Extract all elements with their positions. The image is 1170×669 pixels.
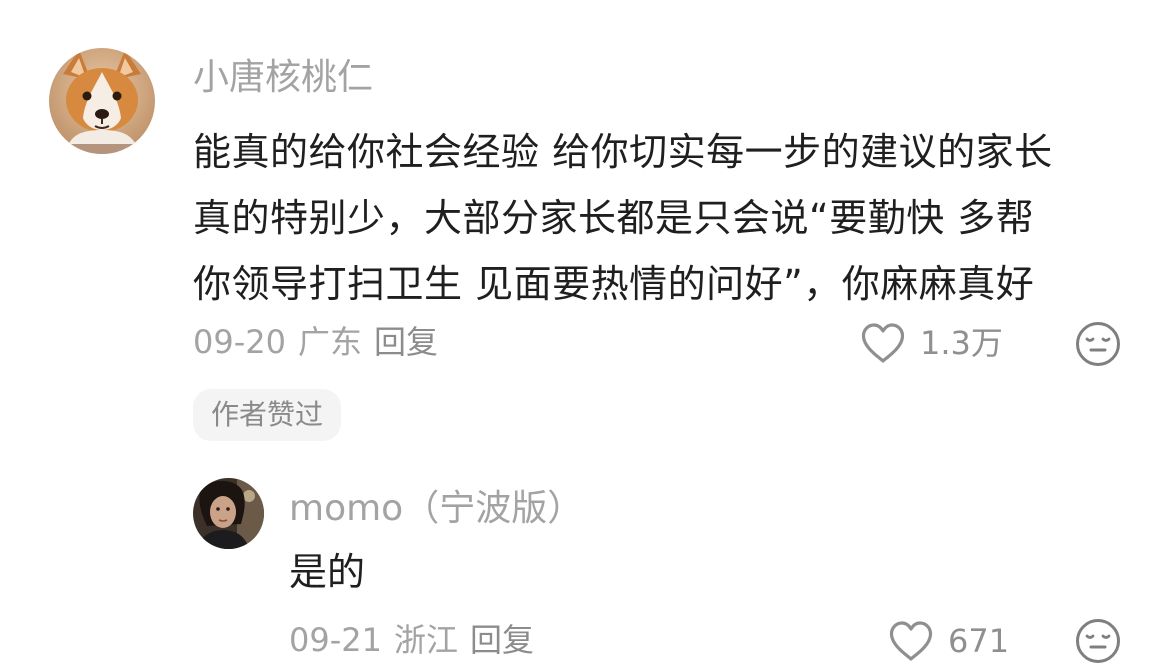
reply-date: 09-21 — [289, 621, 382, 659]
comment-text-line: 你领导打扫卫生 见面要热情的问好”，你麻麻真好 — [193, 262, 1035, 306]
replier-avatar[interactable] — [193, 478, 264, 549]
comment-meta: 09-20 广东 回复 — [193, 324, 438, 360]
like-count: 1.3万 — [920, 324, 1003, 362]
comment-date: 09-20 — [193, 323, 286, 361]
dislike-face-icon — [1076, 619, 1120, 663]
reply-button[interactable]: 回复 — [470, 621, 534, 659]
comment-text-line: 能真的给你社会经验 给你切实每一步的建议的家长 — [193, 130, 1053, 174]
reply-like-count: 671 — [948, 622, 1010, 660]
commenter-username[interactable]: 小唐核桃仁 — [193, 58, 373, 98]
reply-button[interactable]: 回复 — [374, 323, 438, 361]
commenter-avatar[interactable] — [49, 48, 155, 154]
author-liked-badge: 作者赞过 — [193, 389, 342, 441]
reply-meta: 09-21 浙江 回复 — [289, 622, 534, 658]
portrait-avatar-image — [193, 478, 264, 549]
like-button[interactable]: 1.3万 — [860, 322, 1003, 364]
comment-region: 广东 — [297, 323, 362, 361]
comment-text: 能真的给你社会经验 给你切实每一步的建议的家长 真的特别少，大部分家长都是只会说… — [193, 119, 1133, 317]
replier-username[interactable]: momo（宁波版） — [289, 489, 583, 529]
reply-like-button[interactable]: 671 — [888, 620, 1009, 662]
reply-region: 浙江 — [393, 621, 458, 659]
heart-outline-icon — [889, 621, 933, 661]
dislike-button[interactable] — [1074, 320, 1122, 368]
dislike-face-icon — [1076, 322, 1120, 366]
comment-text-line: 真的特别少，大部分家长都是只会说“要勤快 多帮 — [193, 196, 1035, 240]
heart-outline-icon — [861, 323, 905, 363]
corgi-avatar-image — [49, 48, 155, 154]
reply-dislike-button[interactable] — [1074, 617, 1122, 665]
reply-text: 是的 — [289, 550, 366, 594]
